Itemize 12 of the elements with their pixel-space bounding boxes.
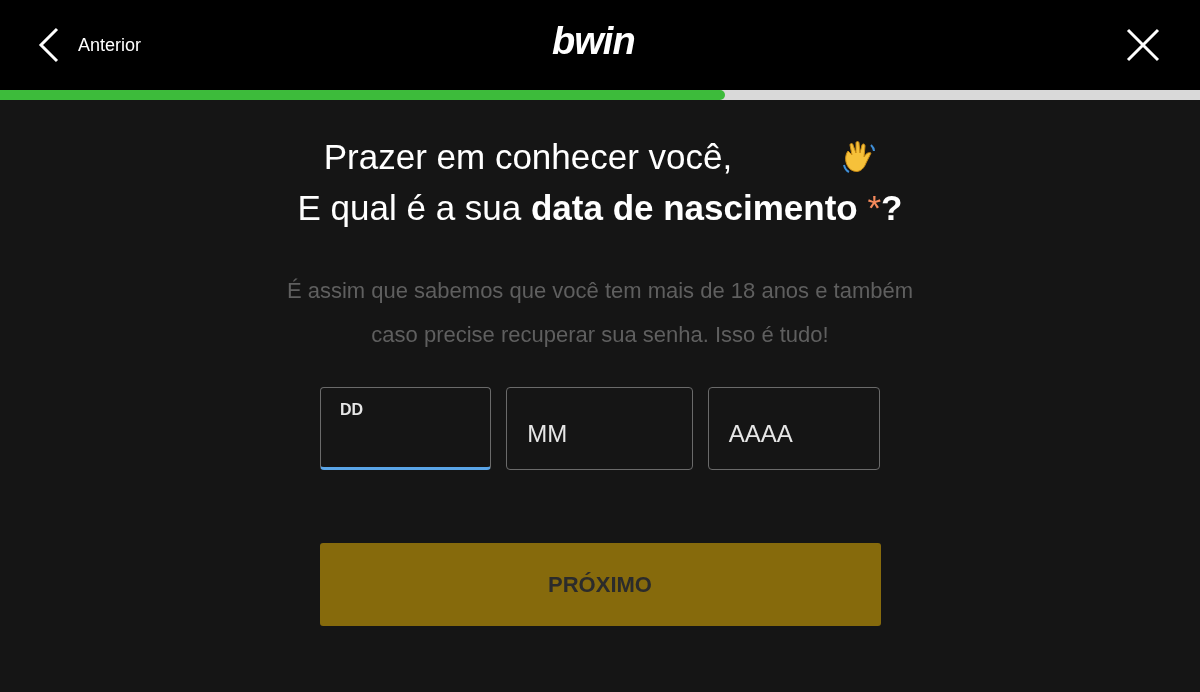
close-icon — [1126, 28, 1160, 62]
date-input-field[interactable]: MM — [506, 386, 693, 470]
chevron-left-icon — [38, 27, 60, 63]
waving-hand-icon — [842, 139, 877, 175]
close-button[interactable] — [1124, 26, 1162, 64]
description-text: É assim que sabemos que você tem mais de 18 anos e também caso precise recuperar sua senha. Isso é tudo! — [285, 276, 915, 349]
greeting-text: Prazer em conhecer você, — [323, 135, 733, 178]
logo: bwin — [552, 20, 635, 62]
question-text: E qual é a sua data de nascimento *? — [297, 187, 903, 229]
date-input-field[interactable]: AAAA — [707, 386, 880, 470]
back-button[interactable]: Anterior — [38, 27, 142, 63]
date-input-field[interactable]: DD — [320, 386, 492, 470]
